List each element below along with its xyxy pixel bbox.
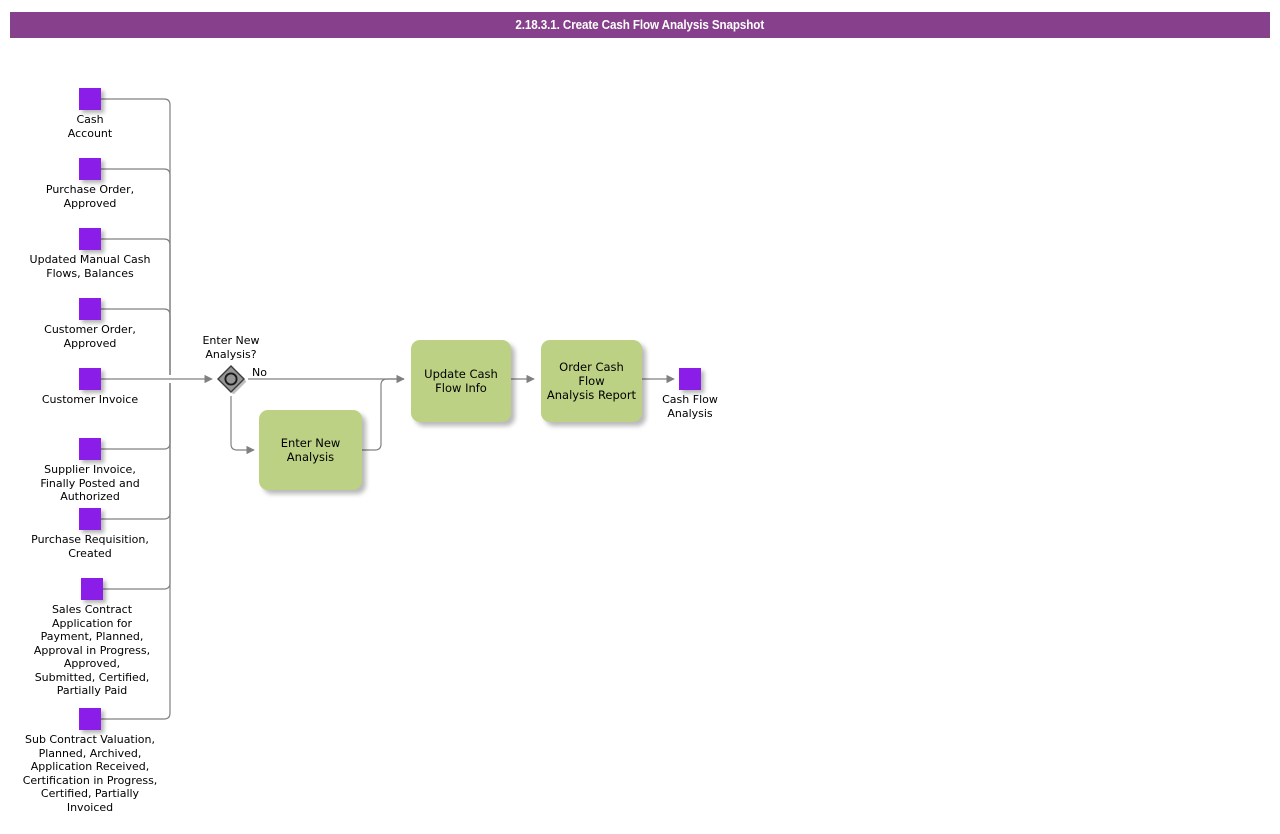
inclusive-gateway-icon bbox=[217, 365, 246, 394]
data-object-icon bbox=[79, 158, 101, 180]
data-object-label: Sub Contract Valuation, Planned, Archive… bbox=[22, 733, 158, 814]
data-object-label: Cash Account bbox=[67, 113, 113, 140]
task-label: Update Cash Flow Info bbox=[424, 367, 498, 395]
data-object-label: Purchase Order, Approved bbox=[45, 183, 135, 210]
data-object-label: Updated Manual Cash Flows, Balances bbox=[29, 253, 151, 280]
data-object-icon bbox=[79, 708, 101, 730]
data-object-label: Sales Contract Application for Payment, … bbox=[33, 603, 151, 697]
data-object-label: Supplier Invoice, Finally Posted and Aut… bbox=[40, 463, 140, 503]
task-update-cash-flow-info[interactable]: Update Cash Flow Info bbox=[411, 340, 511, 422]
data-object-label: Customer Invoice bbox=[41, 393, 139, 406]
data-object-icon bbox=[79, 368, 101, 390]
task-label: Enter New Analysis bbox=[280, 436, 341, 464]
data-object-icon bbox=[79, 298, 101, 320]
diagram-canvas: Cash Account Purchase Order, Approved Up… bbox=[0, 0, 1280, 834]
task-enter-new-analysis[interactable]: Enter New Analysis bbox=[259, 410, 362, 490]
edge-label-no: No bbox=[252, 366, 267, 379]
gateway-label: Enter New Analysis? bbox=[202, 334, 260, 361]
data-object-icon bbox=[81, 578, 103, 600]
data-object-icon bbox=[79, 508, 101, 530]
data-object-icon bbox=[79, 88, 101, 110]
data-object-icon bbox=[679, 368, 701, 390]
data-object-label: Purchase Requisition, Created bbox=[31, 533, 149, 560]
data-object-label: Cash Flow Analysis bbox=[662, 393, 718, 420]
data-object-icon bbox=[79, 228, 101, 250]
data-object-icon bbox=[79, 438, 101, 460]
